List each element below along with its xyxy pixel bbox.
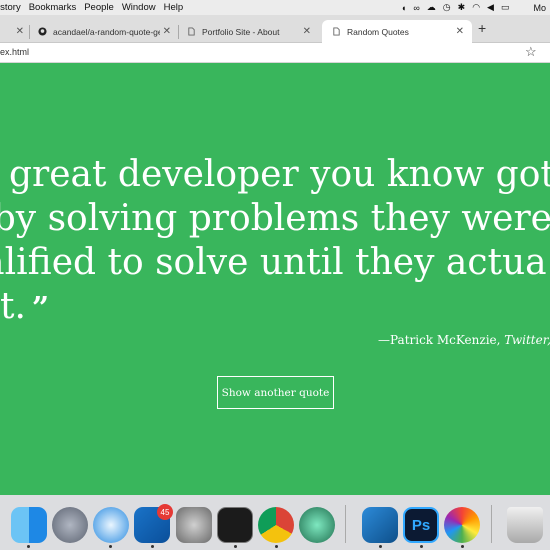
menu-window[interactable]: Window	[122, 2, 164, 13]
finder-icon[interactable]	[11, 507, 47, 543]
author-source: Twitter,	[504, 333, 550, 347]
battery-icon[interactable]: ▭	[501, 2, 510, 13]
terminal-icon[interactable]	[217, 507, 253, 543]
photos-icon[interactable]	[444, 507, 480, 543]
page-icon	[188, 27, 195, 36]
menu-people[interactable]: People	[84, 2, 122, 13]
safari-icon[interactable]	[93, 507, 129, 543]
quote-line: e by solving problems they were	[0, 198, 550, 239]
author-name: —Patrick McKenzie,	[378, 333, 505, 347]
timemachine-icon[interactable]: ◷	[443, 2, 451, 13]
address-bar[interactable]: ex.html ☆	[0, 43, 550, 63]
system-preferences-icon[interactable]	[176, 507, 212, 543]
tab-label: Portfolio Site - About	[202, 26, 280, 37]
flag-icon[interactable]	[516, 4, 526, 11]
tab-partial[interactable]: ✕	[0, 20, 30, 43]
unread-badge: 45	[157, 504, 173, 520]
close-icon[interactable]: ✕	[159, 26, 171, 37]
bookmark-star-icon[interactable]: ☆	[525, 44, 537, 60]
menu-history[interactable]: istory	[0, 2, 29, 13]
wifi-icon[interactable]: ◠	[472, 2, 480, 13]
menu-help[interactable]: Help	[164, 2, 192, 13]
quote-last-line: t.	[0, 286, 26, 327]
close-icon[interactable]: ✕	[303, 26, 311, 37]
status-tray: ◖ ∞ ☁ ◷ ✱ ◠ ◀ ▭ Mo	[401, 0, 546, 15]
quote-line: t.”	[0, 285, 550, 331]
close-icon[interactable]: ✕	[16, 26, 24, 37]
page-icon	[333, 27, 340, 36]
close-icon[interactable]: ✕	[456, 26, 464, 37]
atom-icon[interactable]	[299, 507, 335, 543]
github-icon	[38, 27, 47, 36]
tab-label: acandael/a-random-quote-gen	[53, 26, 168, 37]
tab-label: Random Quotes	[347, 26, 409, 37]
photoshop-icon[interactable]: Ps	[403, 507, 439, 543]
menu-bar: istory Bookmarks People Window Help ◖ ∞ …	[0, 0, 550, 15]
tab-random-quotes[interactable]: Random Quotes ✕	[322, 20, 472, 43]
vscode-icon[interactable]	[362, 507, 398, 543]
creative-cloud-icon[interactable]: ∞	[413, 3, 419, 13]
speaker-icon[interactable]: ◀	[487, 2, 494, 13]
menu-mo[interactable]: Mo	[533, 3, 546, 13]
quote-author: —Patrick McKenzie, Twitter,	[378, 333, 550, 347]
url-text[interactable]: ex.html	[0, 47, 29, 57]
close-quote-mark: ”	[31, 291, 50, 326]
quote-line: ry great developer you know got	[0, 154, 550, 195]
volume-icon[interactable]: ◖	[401, 3, 406, 13]
onedrive-icon[interactable]: ☁	[427, 2, 436, 13]
chrome-icon[interactable]	[258, 507, 294, 543]
tab-portfolio[interactable]: Portfolio Site - About ✕	[181, 20, 317, 43]
menu-bookmarks[interactable]: Bookmarks	[29, 2, 85, 13]
tab-github[interactable]: acandael/a-random-quote-gen ✕	[32, 20, 177, 43]
quote-text: ry great developer you know got e by sol…	[0, 153, 550, 331]
new-tab-button[interactable]: +	[478, 20, 486, 36]
tab-strip: ✕ acandael/a-random-quote-gen ✕ Portfoli…	[0, 15, 550, 43]
bluetooth-icon[interactable]: ✱	[458, 2, 466, 13]
quote-line: ualified to solve until they actua	[0, 242, 547, 283]
show-another-quote-button[interactable]: Show another quote	[217, 376, 334, 409]
page-content: ry great developer you know got e by sol…	[0, 64, 550, 473]
launchpad-icon[interactable]	[52, 507, 88, 543]
trash-icon[interactable]	[507, 507, 543, 543]
